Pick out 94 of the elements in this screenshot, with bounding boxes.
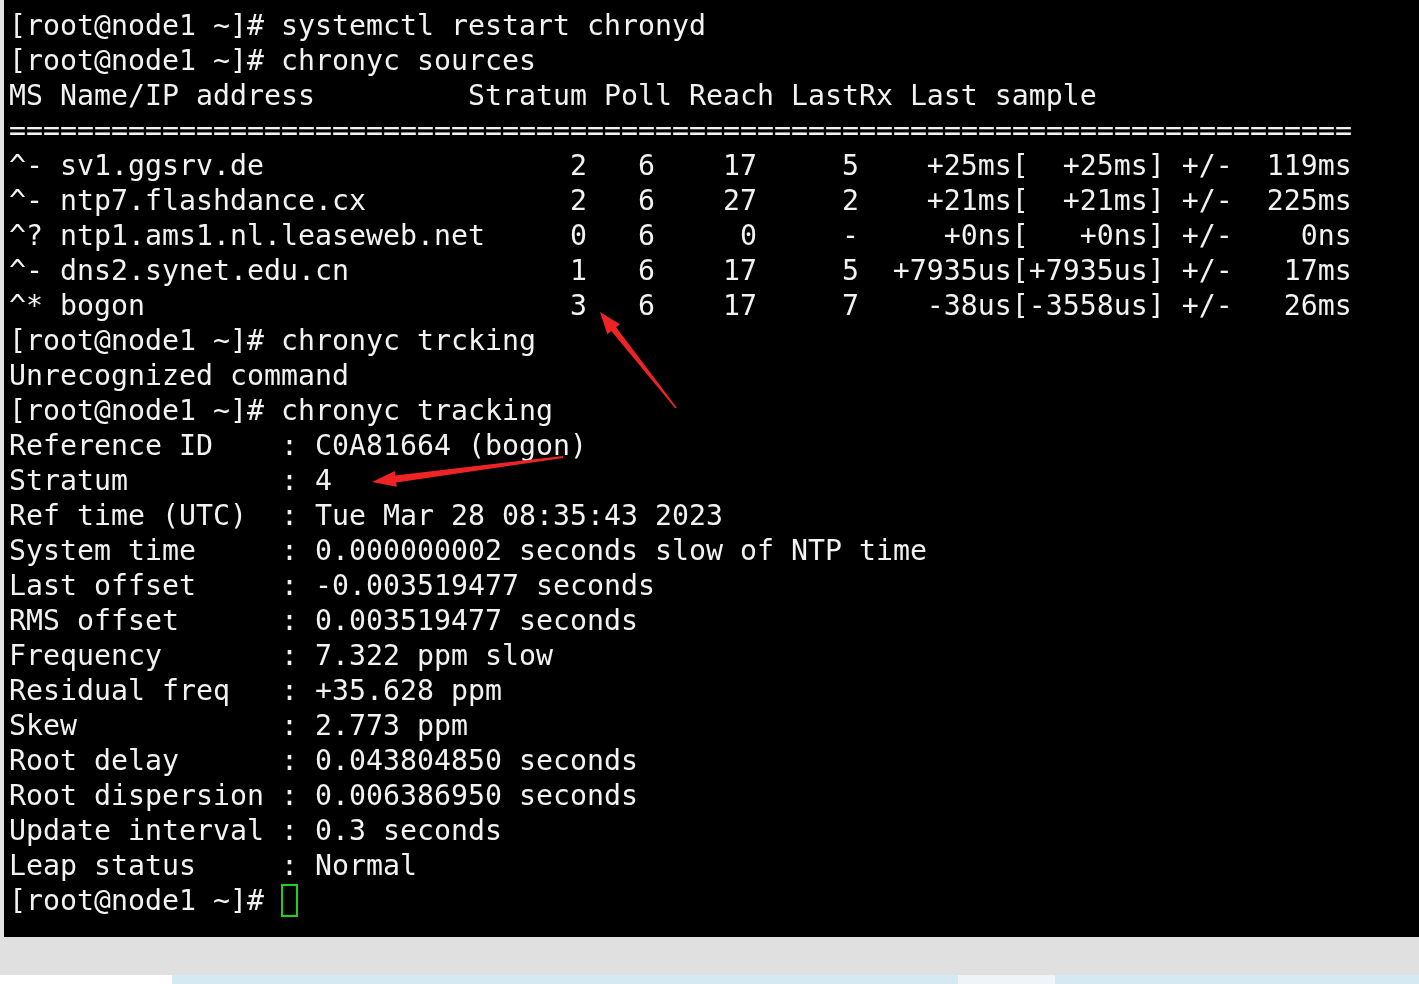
table-cell: 6	[637, 253, 655, 288]
field-separator: :	[280, 568, 298, 603]
table-cell: 6	[637, 288, 655, 323]
table-cell: 6	[637, 148, 655, 183]
command-text: chronyc trcking	[280, 323, 536, 358]
field-separator: :	[280, 743, 298, 778]
field-separator: :	[280, 638, 298, 673]
field-value: 4	[314, 463, 332, 498]
table-cell: ^-	[9, 183, 43, 218]
table-cell: +21ms[ +21ms] +/- 225ms	[926, 183, 1352, 218]
field-value: +35.628 ppm	[314, 673, 502, 708]
field-label: System time	[9, 533, 196, 568]
field-label: RMS offset	[9, 603, 179, 638]
table-cell: 0	[569, 218, 587, 253]
table-cell: ^?	[9, 218, 43, 253]
table-cell: 7	[841, 288, 859, 323]
field-value: 0.3 seconds	[314, 813, 502, 848]
command-text: systemctl restart chronyd	[280, 8, 706, 43]
table-cell: 6	[637, 183, 655, 218]
field-value: Tue Mar 28 08:35:43 2023	[314, 498, 723, 533]
field-label: Root delay	[9, 743, 179, 778]
field-separator: :	[280, 533, 298, 568]
column-header: Stratum	[467, 78, 587, 113]
table-cell: ntp1.ams1.nl.leaseweb.net	[60, 218, 485, 253]
field-value: C0A81664 (bogon)	[314, 428, 587, 463]
taskbar-tab[interactable]	[958, 975, 1055, 984]
table-cell: 5	[841, 148, 859, 183]
table-cell: +7935us[+7935us] +/- 17ms	[892, 253, 1352, 288]
table-cell: 17	[722, 148, 757, 183]
shell-prompt: [root@node1 ~]#	[9, 883, 264, 918]
table-cell: 0	[739, 218, 757, 253]
field-separator: :	[280, 463, 298, 498]
table-cell: +0ns[ +0ns] +/- 0ns	[943, 218, 1352, 253]
shell-prompt: [root@node1 ~]#	[9, 8, 264, 43]
field-value: 0.003519477 seconds	[314, 603, 638, 638]
shell-prompt: [root@node1 ~]#	[9, 393, 264, 428]
table-cell: -	[841, 218, 859, 253]
table-cell: 27	[722, 183, 757, 218]
command-text: chronyc tracking	[280, 393, 553, 428]
field-separator: :	[280, 778, 298, 813]
field-value: 0.043804850 seconds	[314, 743, 638, 778]
table-cell: 5	[841, 253, 859, 288]
table-cell: ntp7.flashdance.cx	[60, 183, 366, 218]
table-cell: ^*	[9, 288, 43, 323]
field-value: 2.773 ppm	[314, 708, 468, 743]
column-header: Last sample	[909, 78, 1097, 113]
field-label: Reference ID	[9, 428, 213, 463]
header-rule: ===============================================================================	[9, 114, 1352, 147]
output-text: Unrecognized command	[9, 359, 349, 392]
field-label: Root dispersion	[9, 778, 264, 813]
table-cell: 2	[569, 148, 587, 183]
field-label: Stratum	[9, 463, 128, 498]
field-label: Last offset	[9, 568, 196, 603]
table-cell: 2	[569, 183, 587, 218]
field-value: -0.003519477 seconds	[314, 568, 655, 603]
table-cell: +25ms[ +25ms] +/- 119ms	[926, 148, 1352, 183]
field-value: 7.322 ppm slow	[314, 638, 553, 673]
field-label: Skew	[9, 708, 77, 743]
table-cell: 3	[569, 288, 587, 323]
field-separator: :	[280, 428, 298, 463]
table-cell: 6	[637, 218, 655, 253]
column-header: LastRx	[790, 78, 893, 113]
taskbar-tab[interactable]	[0, 975, 172, 984]
table-cell: ^-	[9, 253, 43, 288]
field-label: Leap status	[9, 848, 196, 883]
command-text: chronyc sources	[280, 43, 536, 78]
table-cell: 2	[841, 183, 859, 218]
column-header: MS	[9, 78, 43, 113]
table-cell: bogon	[60, 288, 145, 323]
column-header: Name/IP address	[60, 78, 315, 113]
table-cell: ^-	[9, 148, 43, 183]
field-value: 0.006386950 seconds	[314, 778, 638, 813]
shell-prompt: [root@node1 ~]#	[9, 323, 264, 358]
table-cell: -38us[-3558us] +/- 26ms	[926, 288, 1352, 323]
field-separator: :	[280, 603, 298, 638]
shell-prompt: [root@node1 ~]#	[9, 43, 264, 78]
field-separator: :	[280, 848, 298, 883]
field-value: 0.000000002 seconds slow of NTP time	[314, 533, 927, 568]
field-separator: :	[280, 813, 298, 848]
field-label: Residual freq	[9, 673, 230, 708]
table-cell: sv1.ggsrv.de	[60, 148, 264, 183]
field-label: Ref time (UTC)	[9, 498, 247, 533]
field-separator: :	[280, 673, 298, 708]
column-header: Poll	[603, 78, 672, 113]
field-value: Normal	[314, 848, 417, 883]
column-header: Reach	[688, 78, 774, 113]
field-separator: :	[280, 498, 298, 533]
field-label: Update interval	[9, 813, 264, 848]
table-cell: dns2.synet.edu.cn	[60, 253, 349, 288]
field-separator: :	[280, 708, 298, 743]
table-cell: 17	[722, 253, 757, 288]
table-cell: 17	[722, 288, 757, 323]
table-cell: 1	[569, 253, 587, 288]
field-label: Frequency	[9, 638, 162, 673]
